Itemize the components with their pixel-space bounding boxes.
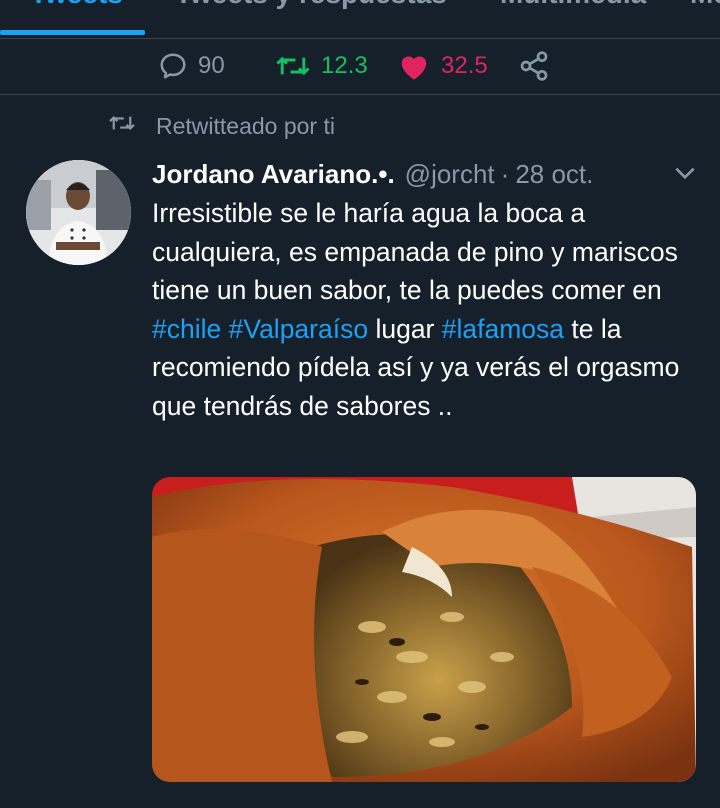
tweet-header: Jordano Avariano.•. @jorcht · 28 oct.: [152, 155, 652, 193]
hashtag-lafamosa[interactable]: #lafamosa: [442, 314, 564, 344]
profile-tab-bar: Tweets Tweets y respuestas Multimedia Me…: [0, 0, 720, 39]
chef-avatar-icon: [26, 160, 131, 265]
heart-icon: [397, 51, 431, 81]
tab-tweets-and-replies[interactable]: Tweets y respuestas: [175, 0, 447, 10]
retweet-context[interactable]: Retwitteado por ti: [108, 110, 335, 142]
reply-count: 90: [198, 52, 225, 79]
reply-icon: [158, 51, 188, 81]
like-count: 32.5: [441, 52, 488, 79]
author-name[interactable]: Jordano Avariano.•.: [152, 159, 395, 190]
empanada-photo-icon: [152, 477, 696, 782]
share-button[interactable]: [518, 38, 550, 94]
tweet-text-part: lugar: [368, 313, 442, 344]
chevron-down-icon: [672, 167, 698, 187]
retweet-count: 12.3: [321, 52, 368, 79]
tweet-photo[interactable]: [152, 477, 696, 782]
retweet-context-label: Retwitteado por ti: [156, 112, 335, 139]
previous-tweet-actions: 90 12.3 32.5: [0, 38, 720, 95]
retweet-context-icon: [108, 112, 156, 140]
tab-media[interactable]: Multimedia: [500, 0, 646, 10]
tab-tweets[interactable]: Tweets: [30, 0, 123, 10]
retweet-icon: [275, 51, 311, 81]
tweet-date[interactable]: 28 oct.: [515, 159, 593, 190]
hashtag-chile[interactable]: #chile: [152, 314, 221, 344]
tweet-text: Irresistible se le haría agua la boca a …: [152, 194, 697, 425]
tweet-menu-button[interactable]: [672, 163, 698, 188]
retweet-button[interactable]: 12.3: [275, 38, 369, 94]
header-separator: ·: [500, 158, 510, 189]
tweet-text-part: [221, 314, 228, 344]
reply-button[interactable]: 90: [158, 38, 258, 94]
share-icon: [518, 50, 550, 82]
tab-likes[interactable]: Me gusta: [690, 0, 720, 10]
tweet-text-part: Irresistible se le haría agua la boca a …: [152, 198, 678, 305]
hashtag-valparaiso[interactable]: #Valparaíso: [229, 314, 368, 344]
author-handle[interactable]: @jorcht: [405, 159, 495, 190]
active-tab-indicator: [0, 30, 145, 35]
avatar[interactable]: [26, 160, 131, 265]
like-button[interactable]: 32.5: [397, 38, 489, 94]
